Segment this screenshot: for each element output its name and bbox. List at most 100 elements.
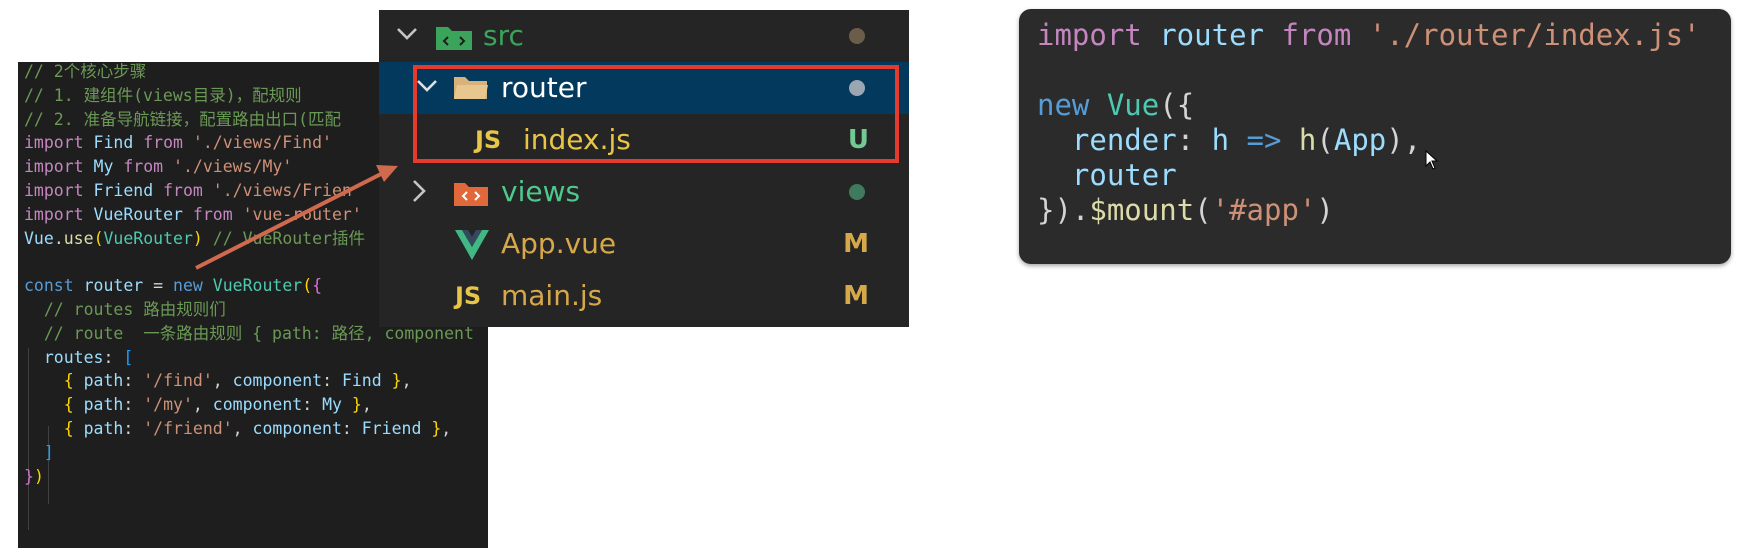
code-token: import	[24, 133, 84, 153]
code-token: ,	[212, 371, 233, 391]
code-token: '/find'	[143, 371, 213, 391]
code-token: path	[83, 395, 124, 415]
code-token: )	[1316, 193, 1334, 227]
code-line: import Friend from './views/Frien	[24, 178, 352, 204]
code-token: from	[163, 181, 203, 200]
code-token: :	[103, 347, 124, 367]
code-token: ,	[232, 419, 253, 438]
tree-item-views[interactable]: views	[379, 166, 909, 218]
tree-label-views: views	[501, 175, 581, 208]
code-line: // routes 路由规则们	[24, 297, 226, 323]
code-token: from	[143, 133, 183, 153]
code-token: import	[1037, 18, 1142, 52]
code-token: (	[93, 228, 104, 248]
code-token: {	[24, 419, 84, 438]
folder-src-icon	[436, 27, 472, 50]
code-token: ,	[361, 395, 372, 415]
code-line: const router = new VueRouter({	[24, 273, 322, 299]
code-line: Vue.use(VueRouter) // VueRouter插件	[24, 226, 365, 252]
code-token: ),	[1386, 123, 1422, 157]
code-token: =>	[1229, 123, 1299, 157]
code-token: :	[123, 371, 144, 391]
code-token: 'vue-router'	[232, 204, 362, 224]
code-line: // 1. 建组件(views目录)，配规则	[24, 83, 302, 109]
tree-item-main-js[interactable]: JS main.js M	[379, 270, 909, 322]
code-token: from	[123, 157, 164, 177]
code-token: }).	[1037, 193, 1090, 227]
code-line: ]	[24, 440, 54, 466]
code-token: {	[24, 395, 84, 415]
code-token: path	[83, 371, 124, 391]
code-token: (	[1316, 123, 1334, 157]
status-dot	[849, 28, 865, 44]
status-dot	[849, 184, 865, 200]
code-line: render: h => h(App),	[1037, 121, 1421, 159]
code-token: router	[1141, 18, 1282, 52]
code-line: })	[24, 464, 44, 490]
highlight-box	[413, 65, 899, 163]
code-token: Find	[341, 371, 382, 391]
code-token: '#app'	[1211, 193, 1317, 227]
code-token: from	[192, 204, 233, 224]
code-token: import	[24, 204, 84, 224]
git-modified-badge: M	[843, 229, 869, 259]
code-token: VueRouter	[83, 204, 193, 224]
code-line: { path: '/friend', component: Friend },	[24, 416, 451, 442]
code-token: router	[1037, 158, 1177, 192]
code-token: routes	[24, 347, 104, 367]
code-token: './router/index.js'	[1351, 18, 1701, 52]
code-token: './views/My'	[163, 157, 293, 177]
code-token: ,	[401, 371, 412, 391]
code-token: // 1. 建组件(views目录)，配规则	[24, 85, 302, 105]
code-token: :	[322, 371, 342, 391]
code-token: ]	[24, 442, 54, 462]
code-token: Vue	[1089, 88, 1160, 122]
code-token: component	[212, 395, 303, 415]
code-token: VueRouter	[202, 276, 303, 296]
code-token: }	[421, 419, 442, 438]
code-token: VueRouter	[103, 228, 193, 248]
code-token: My	[322, 395, 342, 415]
code-token: .	[53, 228, 64, 248]
code-token: ,	[441, 419, 452, 438]
tree-item-src[interactable]: src	[379, 10, 909, 62]
code-line: import Find from './views/Find'	[24, 130, 332, 156]
code-token: App	[1333, 123, 1387, 157]
code-token: (	[302, 276, 313, 296]
code-token: Friend	[361, 419, 422, 438]
code-token: Vue	[24, 228, 54, 248]
code-token: }	[24, 466, 34, 486]
code-token: import	[24, 181, 84, 200]
code-token: $mount	[1089, 193, 1195, 227]
tree-label-src: src	[483, 19, 524, 52]
code-token: './views/Find'	[182, 133, 332, 153]
code-token: h	[1298, 123, 1317, 157]
code-token: :	[302, 395, 323, 415]
code-token: component	[252, 419, 342, 438]
code-token: Find	[83, 133, 144, 153]
code-token: // routes 路由规则们	[24, 300, 226, 319]
code-line: import VueRouter from 'vue-router'	[24, 202, 362, 228]
code-token: path	[83, 419, 124, 438]
git-modified-badge: M	[843, 281, 869, 311]
code-line: { path: '/find', component: Find },	[24, 368, 412, 394]
code-token: My	[83, 157, 124, 177]
code-token: new	[173, 276, 203, 296]
code-token: :	[123, 395, 144, 415]
vue-logo-icon	[455, 230, 489, 260]
tree-item-app-vue[interactable]: App.vue M	[379, 218, 909, 270]
code-token: :	[341, 419, 362, 438]
tree-label-main-js: main.js	[501, 279, 603, 312]
code-token: ({	[1159, 88, 1195, 122]
code-token: )	[192, 228, 203, 248]
code-token: :	[123, 419, 144, 438]
code-line: new Vue({	[1037, 86, 1194, 124]
code-token: router	[73, 276, 154, 296]
code-token: // 2个核心步骤	[24, 62, 147, 81]
code-token: =	[153, 276, 174, 296]
file-explorer[interactable]: src router JS index.js U views App.vue M…	[379, 10, 909, 327]
code-token: h	[1211, 123, 1230, 157]
code-token: '/my'	[143, 395, 193, 415]
code-token: '/friend'	[143, 419, 233, 438]
code-token: (	[1194, 193, 1212, 227]
